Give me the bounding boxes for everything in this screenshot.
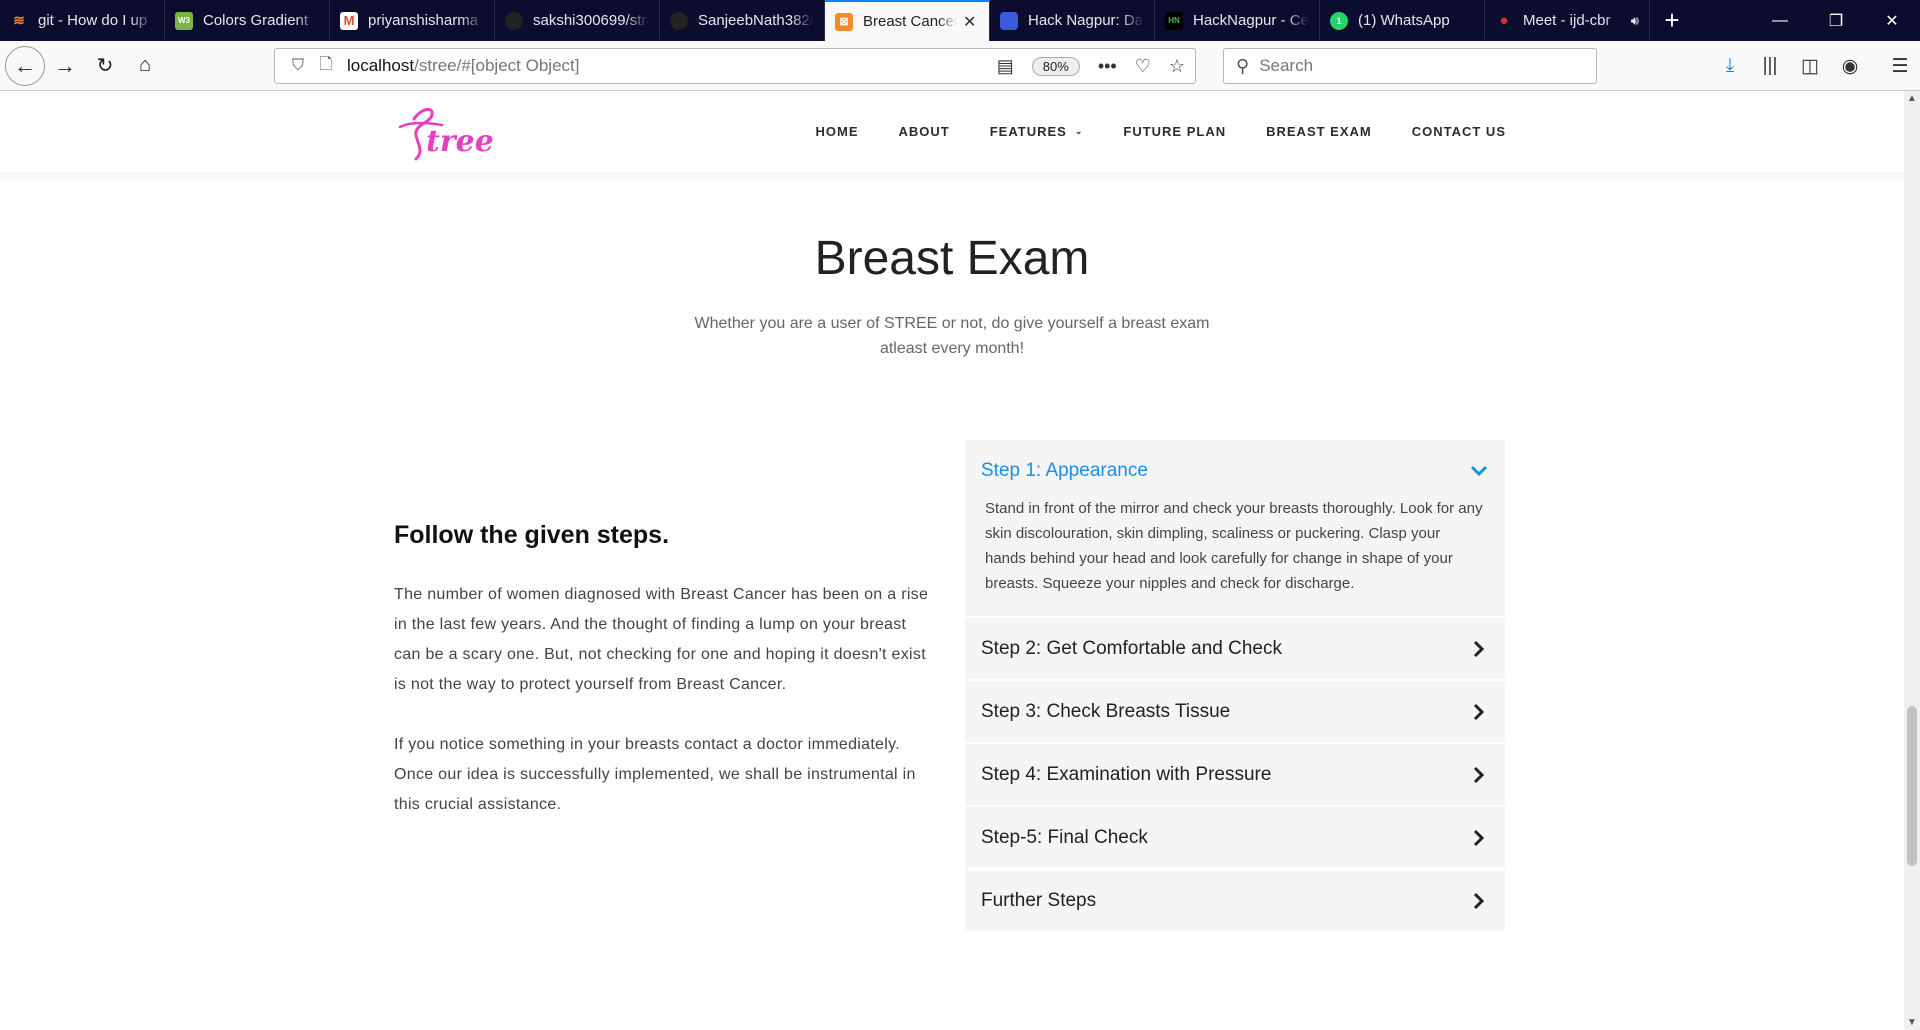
chevron-down-icon — [1469, 461, 1489, 481]
scrollbar-thumb[interactable] — [1907, 706, 1917, 866]
accordion-header-step-1[interactable]: Step 1: Appearance — [965, 440, 1505, 502]
accordion-item-further-steps: Further Steps — [965, 870, 1505, 931]
chevron-down-icon: ⌄ — [1074, 126, 1084, 136]
site-header: tree HOME ABOUT FEATURES ⌄ FUTURE PLAN BR… — [0, 91, 1904, 172]
browser-tab[interactable]: ● Meet - ijd-cbr 🔊︎ — [1485, 0, 1650, 41]
downloads-icon[interactable]: ⤓ — [1710, 55, 1750, 77]
section-subtitle: Whether you are a user of STREE or not, … — [694, 315, 1210, 357]
browser-tab-active[interactable]: ⊠ Breast Cancer ✕ — [825, 0, 990, 41]
accordion-body-step-1: Stand in front of the mirror and check y… — [985, 500, 1483, 592]
forward-button[interactable]: → — [45, 46, 85, 86]
library-icon[interactable]: ||| — [1750, 55, 1790, 77]
browser-tab[interactable]: SanjeebNath382/ — [660, 0, 825, 41]
nav-about[interactable]: ABOUT — [899, 124, 950, 139]
whatsapp-icon: 1 — [1330, 11, 1348, 30]
accordion-item-step-1: Step 1: Appearance Stand in front of the… — [965, 440, 1505, 616]
accordion-header-step-5[interactable]: Step-5: Final Check — [965, 807, 1505, 868]
bookmark-star-icon[interactable]: ☆ — [1169, 56, 1185, 77]
devpost-icon — [1000, 11, 1018, 30]
browser-tab[interactable]: ≋ git - How do I up — [0, 0, 165, 41]
menu-icon[interactable]: ☰ — [1880, 55, 1920, 78]
accordion-item-step-4: Step 4: Examination with Pressure — [965, 744, 1505, 805]
stree-logo[interactable]: tree — [394, 101, 504, 163]
accordion-item-step-5: Step-5: Final Check — [965, 807, 1505, 868]
chevron-right-icon — [1469, 639, 1489, 659]
new-tab-button[interactable]: + — [1650, 0, 1694, 41]
main-nav: HOME ABOUT FEATURES ⌄ FUTURE PLAN BREAST … — [816, 91, 1506, 172]
reload-button[interactable]: ↻ — [85, 46, 125, 86]
github-icon — [670, 11, 688, 30]
accordion-header-step-4[interactable]: Step 4: Examination with Pressure — [965, 744, 1505, 805]
svg-text:tree: tree — [426, 124, 494, 159]
stackoverflow-icon: ≋ — [13, 12, 25, 28]
browser-tab[interactable]: 1 (1) WhatsApp — [1320, 0, 1485, 41]
accordion-item-step-2: Step 2: Get Comfortable and Check — [965, 618, 1505, 679]
chevron-right-icon — [1469, 765, 1489, 785]
browser-toolbar: ← → ↻ ⌂ ⛉ 🗋︎ localhost/stree/#[object Ob… — [0, 41, 1920, 91]
intro-paragraph: The number of women diagnosed with Breas… — [394, 586, 929, 693]
gmail-icon: M — [340, 11, 358, 30]
page-actions-icon[interactable]: ••• — [1098, 56, 1117, 77]
home-button[interactable]: ⌂ — [125, 46, 165, 86]
steps-heading: Follow the given steps. — [394, 521, 670, 549]
back-button[interactable]: ← — [5, 45, 45, 86]
page-viewport: tree HOME ABOUT FEATURES ⌄ FUTURE PLAN BR… — [0, 91, 1904, 1030]
window-controls: — ❐ ✕ — [1752, 0, 1920, 41]
browser-tab[interactable]: HN HackNagpur - Ce — [1155, 0, 1320, 41]
minimize-icon[interactable]: — — [1752, 0, 1808, 41]
accordion-item-step-3: Step 3: Check Breasts Tissue — [965, 681, 1505, 742]
reader-view-icon[interactable]: ▤ — [997, 56, 1014, 77]
chevron-right-icon — [1469, 702, 1489, 722]
pocket-icon[interactable]: ♡ — [1135, 56, 1151, 77]
speaker-icon[interactable]: 🔊︎ — [1631, 13, 1639, 29]
steps-accordion: Step 1: Appearance Stand in front of the… — [965, 440, 1505, 933]
site-icon: ⊠ — [835, 12, 853, 31]
chevron-right-icon — [1469, 828, 1489, 848]
scroll-down-icon[interactable]: ▼ — [1904, 1017, 1920, 1028]
page-info-icon[interactable]: 🗋︎ — [313, 53, 339, 80]
chevron-right-icon — [1469, 891, 1489, 911]
github-icon — [505, 11, 523, 30]
mic-icon: ● — [1499, 12, 1509, 29]
gradient-icon: W3 — [175, 11, 193, 30]
browser-tab[interactable]: M priyanshisharma — [330, 0, 495, 41]
nav-home[interactable]: HOME — [816, 124, 859, 139]
close-window-icon[interactable]: ✕ — [1864, 0, 1920, 41]
browser-tab-strip: ≋ git - How do I up W3 Colors Gradient M… — [0, 0, 1920, 41]
accordion-header-step-2[interactable]: Step 2: Get Comfortable and Check — [965, 618, 1505, 679]
tracking-shield-icon[interactable]: ⛉ — [285, 57, 311, 75]
zoom-level[interactable]: 80% — [1031, 56, 1080, 76]
search-input[interactable]: ⚲ Search — [1223, 48, 1597, 84]
browser-tab[interactable]: Hack Nagpur: Da — [990, 0, 1155, 41]
browser-tab[interactable]: sakshi300699/stre — [495, 0, 660, 41]
browser-tab[interactable]: W3 Colors Gradient — [165, 0, 330, 41]
search-icon: ⚲ — [1236, 55, 1250, 76]
account-icon[interactable]: ◉ — [1830, 55, 1870, 78]
sidebar-icon[interactable]: ◫ — [1790, 55, 1830, 78]
hacknagpur-icon: HN — [1165, 11, 1183, 30]
restore-icon[interactable]: ❐ — [1808, 0, 1864, 41]
page-scrollbar[interactable]: ▲ ▼ — [1904, 91, 1920, 1030]
url-bar[interactable]: ⛉ 🗋︎ localhost/stree/#[object Object] ▤ … — [274, 48, 1196, 84]
nav-features[interactable]: FEATURES ⌄ — [990, 124, 1084, 139]
advice-paragraph: If you notice something in your breasts … — [394, 736, 916, 813]
scroll-up-icon[interactable]: ▲ — [1904, 93, 1920, 104]
nav-future-plan[interactable]: FUTURE PLAN — [1123, 124, 1226, 139]
nav-contact-us[interactable]: CONTACT US — [1412, 124, 1506, 139]
accordion-header-further-steps[interactable]: Further Steps — [965, 870, 1505, 931]
accordion-header-step-3[interactable]: Step 3: Check Breasts Tissue — [965, 681, 1505, 742]
section-title: Breast Exam — [814, 232, 1090, 285]
nav-breast-exam[interactable]: BREAST EXAM — [1266, 124, 1372, 139]
close-tab-icon[interactable]: ✕ — [963, 12, 979, 32]
steps-intro: Follow the given steps. The number of wo… — [394, 521, 934, 850]
